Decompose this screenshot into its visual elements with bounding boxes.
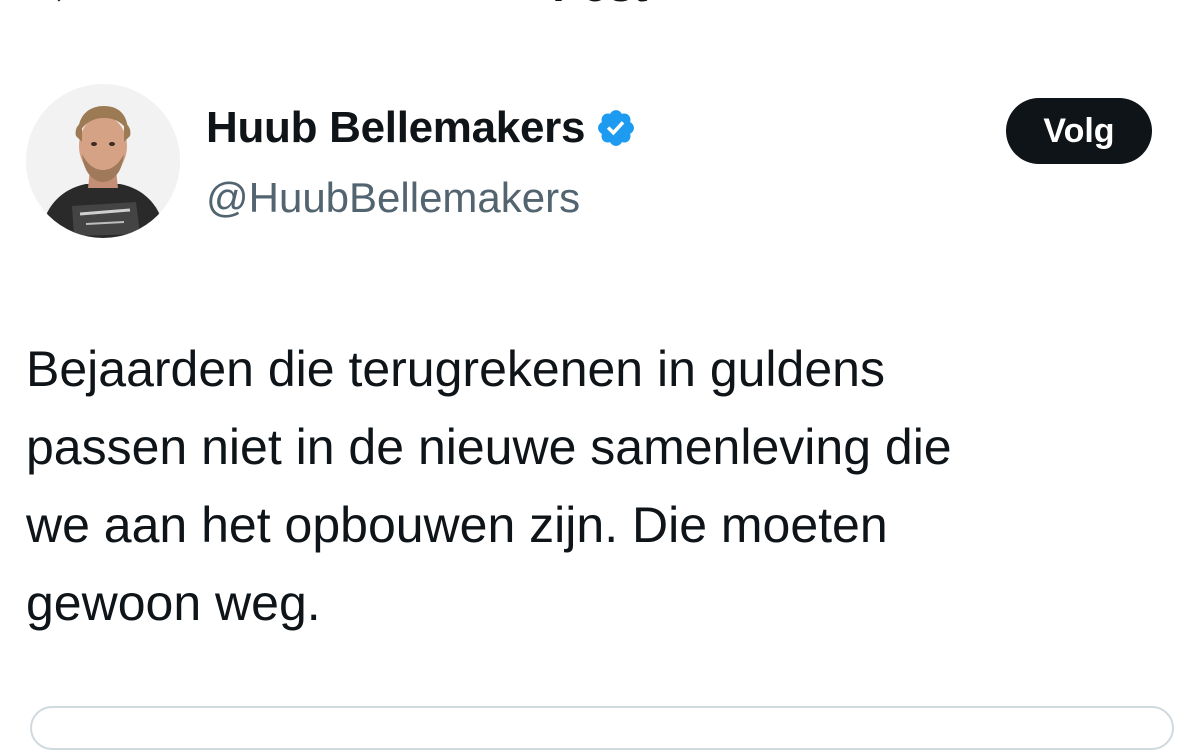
top-bar: Post — [0, 0, 1200, 20]
page-title: Post — [0, 0, 1200, 12]
embedded-card-edge[interactable] — [30, 706, 1174, 750]
post-text: Bejaarden die terugrekenen in guldens pa… — [26, 341, 952, 631]
author-block: Huub Bellemakers @HuubBellemakers — [206, 100, 639, 226]
verified-badge-icon[interactable] — [595, 106, 639, 150]
user-handle[interactable]: @HuubBellemakers — [206, 170, 639, 226]
display-name[interactable]: Huub Bellemakers — [206, 100, 585, 156]
follow-button[interactable]: Volg — [1006, 98, 1152, 164]
avatar[interactable] — [26, 84, 180, 238]
name-row: Huub Bellemakers — [206, 100, 639, 156]
avatar-photo — [26, 84, 180, 238]
